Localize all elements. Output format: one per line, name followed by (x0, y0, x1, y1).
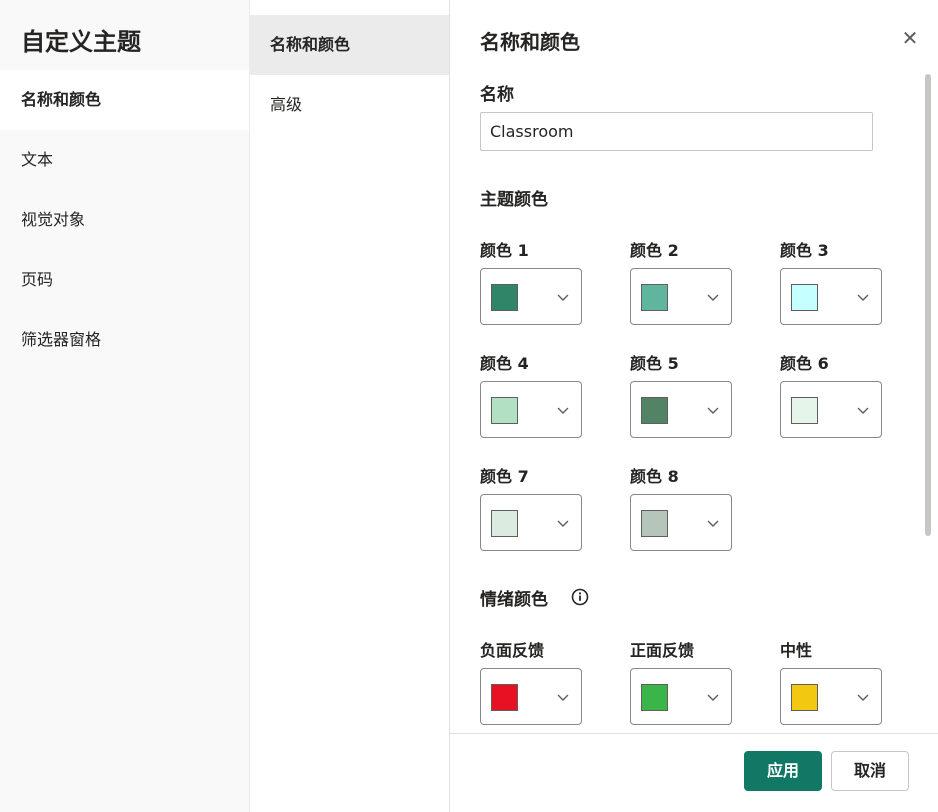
theme-color-label-5: 颜色 5 (630, 354, 679, 373)
info-icon[interactable] (571, 588, 589, 606)
color-swatch (491, 284, 518, 311)
chevron-down-icon (557, 520, 569, 527)
color-swatch (641, 510, 668, 537)
nav-item-text[interactable]: 文本 (0, 130, 249, 190)
chevron-down-icon (557, 407, 569, 414)
chevron-down-icon (857, 294, 869, 301)
sentiment-color-label-3: 中性 (780, 641, 813, 660)
chevron-down-icon (707, 407, 719, 414)
nav-item-visuals[interactable]: 视觉对象 (0, 190, 249, 250)
theme-color-picker-5[interactable] (630, 381, 732, 438)
color-swatch (491, 510, 518, 537)
theme-color-label-8: 颜色 8 (630, 467, 679, 486)
dialog-footer: 应用 取消 (450, 733, 938, 812)
name-label: 名称 (480, 85, 514, 105)
sentiment-colors-heading: 情绪颜色 (480, 590, 548, 610)
theme-color-picker-8[interactable] (630, 494, 732, 551)
theme-color-label-3: 颜色 3 (780, 241, 829, 260)
color-swatch (791, 397, 818, 424)
nav-item-name-and-colors[interactable]: 名称和颜色 (0, 70, 249, 130)
theme-color-picker-6[interactable] (780, 381, 882, 438)
apply-button[interactable]: 应用 (744, 751, 822, 791)
scrollbar[interactable] (925, 74, 931, 536)
chevron-down-icon (557, 694, 569, 701)
chevron-down-icon (707, 520, 719, 527)
nav-item-page[interactable]: 页码 (0, 250, 249, 310)
subnav-item-advanced[interactable]: 高级 (250, 75, 449, 135)
chevron-down-icon (707, 294, 719, 301)
theme-color-label-7: 颜色 7 (480, 467, 529, 486)
theme-colors-heading: 主题颜色 (480, 190, 548, 210)
sentiment-color-label-1: 负面反馈 (480, 641, 545, 660)
sentiment-color-label-2: 正面反馈 (630, 641, 695, 660)
main-panel: 名称和颜色 ✕ 名称 Classroom 主题颜色 颜色 1 颜色 2 颜色 3 颜色… (450, 0, 938, 812)
theme-color-label-2: 颜色 2 (630, 241, 679, 260)
cancel-button[interactable]: 取消 (831, 751, 909, 791)
color-swatch (791, 284, 818, 311)
subnav-item-name-and-colors[interactable]: 名称和颜色 (250, 15, 449, 75)
panel-title: 名称和颜色 (480, 30, 580, 54)
sentiment-color-picker-1[interactable] (480, 668, 582, 725)
nav-item-filter-pane[interactable]: 筛选器窗格 (0, 310, 249, 370)
theme-color-picker-4[interactable] (480, 381, 582, 438)
dialog-title: 自定义主题 (21, 28, 141, 56)
sentiment-color-picker-2[interactable] (630, 668, 732, 725)
theme-color-picker-2[interactable] (630, 268, 732, 325)
sub-nav: 名称和颜色 高级 (250, 0, 450, 812)
theme-nav: 自定义主题 名称和颜色 文本 视觉对象 页码 筛选器窗格 (0, 0, 250, 812)
chevron-down-icon (857, 694, 869, 701)
color-swatch (791, 684, 818, 711)
theme-color-label-4: 颜色 4 (480, 354, 529, 373)
color-swatch (491, 684, 518, 711)
theme-name-input[interactable]: Classroom (480, 112, 873, 151)
theme-color-picker-1[interactable] (480, 268, 582, 325)
chevron-down-icon (707, 694, 719, 701)
theme-color-picker-3[interactable] (780, 268, 882, 325)
color-swatch (641, 684, 668, 711)
color-swatch (491, 397, 518, 424)
theme-color-label-6: 颜色 6 (780, 354, 829, 373)
chevron-down-icon (857, 407, 869, 414)
close-icon[interactable]: ✕ (900, 28, 920, 48)
theme-color-picker-7[interactable] (480, 494, 582, 551)
theme-color-label-1: 颜色 1 (480, 241, 529, 260)
chevron-down-icon (557, 294, 569, 301)
sentiment-color-picker-3[interactable] (780, 668, 882, 725)
color-swatch (641, 397, 668, 424)
color-swatch (641, 284, 668, 311)
